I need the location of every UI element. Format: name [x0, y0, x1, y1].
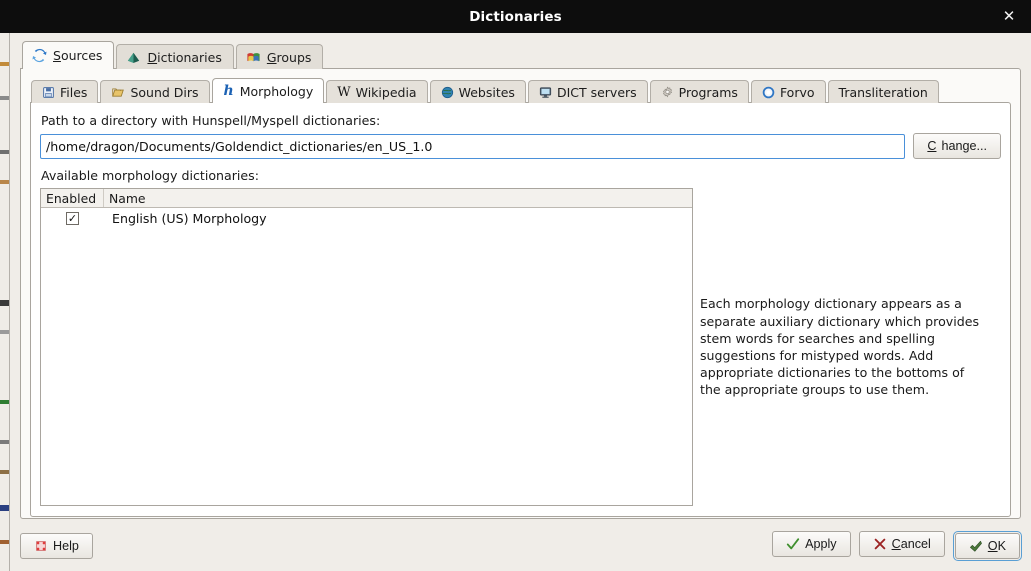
table-header-row: Enabled Name: [41, 189, 692, 208]
secondary-tab-bar: Files Sound Dirs h Morphology W Wikipedi…: [31, 78, 1011, 103]
apply-button-label: Apply: [805, 537, 837, 551]
column-header-enabled: Enabled: [41, 189, 104, 207]
apply-button[interactable]: Apply: [772, 531, 851, 557]
book-icon: [126, 50, 141, 65]
help-button[interactable]: Help: [20, 533, 93, 559]
dictionaries-dialog-window: Dictionaries ✕ Sources Dictionaries Grou…: [0, 0, 1031, 571]
green-arrow-check-icon: [969, 539, 983, 553]
tab-morphology[interactable]: h Morphology: [211, 78, 325, 103]
dictionary-path-input[interactable]: [40, 133, 906, 159]
tab-transliteration-label: Transliteration: [838, 84, 928, 100]
cancel-button-accesskey: C: [891, 537, 901, 551]
help-button-label: Help: [53, 539, 79, 553]
row-name-cell: English (US) Morphology: [112, 211, 267, 226]
window-title: Dictionaries: [469, 8, 562, 25]
enabled-checkbox[interactable]: ✓: [66, 212, 79, 225]
ok-button-focus-ring: OK: [952, 531, 1022, 561]
floppy-disk-icon: [42, 86, 55, 99]
available-dictionaries-label: Available morphology dictionaries:: [41, 168, 259, 183]
dialog-body: Sources Dictionaries Groups Files Sound …: [9, 33, 1031, 571]
tab-morphology-label: Morphology: [239, 83, 314, 99]
ok-button-accesskey: O: [987, 539, 998, 553]
ok-button-rest: K: [997, 539, 1006, 553]
dialog-button-bar: Help Apply Cancel OK: [20, 529, 1022, 563]
wikipedia-w-icon: W: [337, 84, 351, 100]
table-row[interactable]: ✓ English (US) Morphology: [41, 208, 692, 229]
change-button-label: hange...: [941, 139, 987, 153]
row-enabled-cell: ✓: [41, 212, 104, 225]
cancel-button-label: Cancel: [892, 537, 931, 551]
tab-dict-servers[interactable]: DICT servers: [527, 80, 648, 103]
gear-icon: [661, 85, 674, 99]
forvo-ring-icon: [762, 86, 775, 99]
tab-groups[interactable]: Groups: [235, 44, 324, 69]
tab-programs[interactable]: Programs: [649, 80, 749, 103]
tab-programs-label: Programs: [678, 84, 738, 100]
tab-groups-label: Groups: [266, 49, 312, 65]
background-window-sliver: [0, 0, 9, 571]
hunspell-h-icon: h: [223, 83, 234, 99]
path-row: Change...: [40, 133, 1001, 159]
sync-arrows-icon: [32, 48, 47, 63]
morphology-panel: Path to a directory with Hunspell/Myspel…: [30, 102, 1011, 517]
tab-dictionaries[interactable]: Dictionaries: [116, 44, 234, 69]
table-body: ✓ English (US) Morphology: [41, 208, 692, 505]
tab-transliteration[interactable]: Transliteration: [827, 80, 939, 103]
books-stack-icon: [246, 50, 261, 65]
window-titlebar: Dictionaries ✕: [0, 0, 1031, 33]
morphology-split: Enabled Name ✓ English (US) Morphology E…: [40, 188, 1001, 506]
sources-panel: Files Sound Dirs h Morphology W Wikipedi…: [20, 68, 1021, 519]
help-dots-icon: [34, 539, 48, 553]
tab-sources[interactable]: Sources: [22, 41, 115, 69]
tab-sources-label: Sources: [53, 48, 103, 63]
green-check-icon: [786, 537, 800, 551]
column-header-name: Name: [109, 190, 146, 206]
ok-button[interactable]: OK: [954, 533, 1020, 559]
tab-forvo-label: Forvo: [779, 84, 815, 100]
footer-right-buttons: Apply Cancel OK: [772, 531, 1022, 561]
tab-sound-dirs-label: Sound Dirs: [130, 84, 199, 100]
change-path-button[interactable]: Change...: [913, 133, 1001, 159]
change-button-accesskey: C: [927, 139, 937, 153]
tab-wikipedia[interactable]: W Wikipedia: [326, 80, 428, 103]
cancel-button[interactable]: Cancel: [858, 531, 945, 557]
tab-files[interactable]: Files: [31, 80, 99, 103]
tab-sound-dirs[interactable]: Sound Dirs: [100, 80, 210, 103]
tab-dictionaries-label: Dictionaries: [147, 49, 222, 65]
folder-icon: [111, 86, 125, 99]
tab-forvo[interactable]: Forvo: [750, 80, 826, 103]
morphology-description-text: Each morphology dictionary appears as a …: [700, 296, 980, 398]
morphology-description: Each morphology dictionary appears as a …: [693, 188, 1001, 506]
monitor-icon: [539, 86, 552, 99]
tab-dict-servers-label: DICT servers: [556, 84, 637, 100]
morphology-dictionaries-table: Enabled Name ✓ English (US) Morphology: [40, 188, 693, 506]
globe-icon: [441, 86, 454, 99]
tab-websites[interactable]: Websites: [429, 80, 526, 103]
tab-websites-label: Websites: [458, 84, 515, 100]
path-label: Path to a directory with Hunspell/Myspel…: [41, 113, 381, 128]
tab-wikipedia-label: Wikipedia: [355, 84, 417, 100]
cancel-button-rest: ancel: [900, 537, 931, 551]
ok-button-label: OK: [988, 539, 1006, 553]
close-icon[interactable]: ✕: [997, 5, 1021, 29]
red-x-icon: [873, 537, 887, 551]
primary-tab-bar: Sources Dictionaries Groups: [22, 41, 1021, 69]
tab-files-label: Files: [60, 84, 88, 100]
